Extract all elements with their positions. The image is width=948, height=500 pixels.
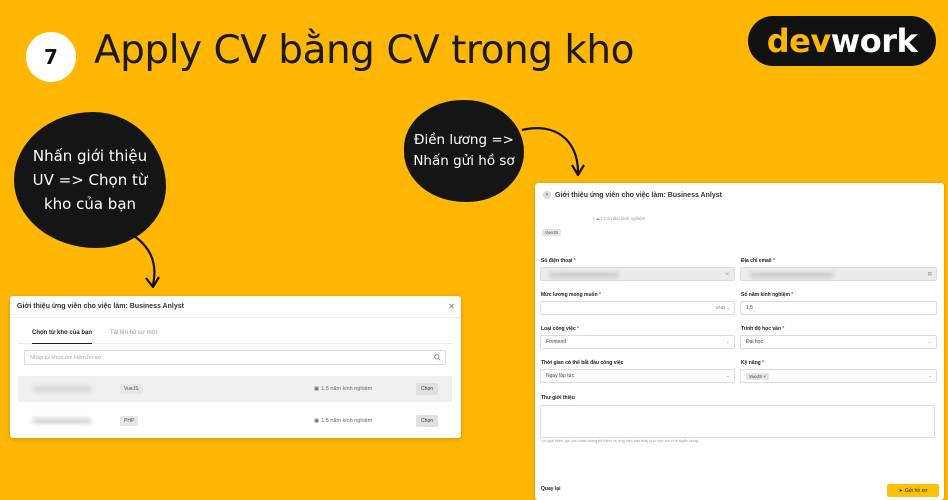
candidate-meta: | ☁ | 1.5 năm kinh nghiệm — [593, 216, 646, 221]
email-icon: ▤ — [927, 271, 932, 276]
start-select[interactable]: Ngay lập tức ⌄ — [540, 369, 735, 383]
experience-text: ▣ 1.5 năm kinh nghiệm — [314, 386, 372, 392]
choose-button[interactable]: Chọn — [416, 383, 438, 395]
cv-list-item[interactable]: VueJS ▣ 1.5 năm kinh nghiệm Chọn — [18, 376, 452, 402]
skills-select[interactable]: VueJS × ⌄ — [740, 369, 937, 383]
slide-title: Apply CV bằng CV trong kho — [94, 28, 635, 73]
chevron-down-icon: ⌄ — [927, 373, 932, 379]
logo-part-work: work — [830, 22, 918, 60]
tab-choose-from-library[interactable]: Chọn từ kho của bạn — [32, 330, 93, 344]
modal-application-form: ‹ Giới thiệu ứng viên cho việc làm: Busi… — [535, 183, 944, 500]
callout-bubble-left: Nhấn giới thiệu UV => Chọn từ kho của bạ… — [14, 112, 166, 248]
intro-label: Thư giới thiệu — [541, 395, 575, 401]
years-input[interactable]: 1,5 — [740, 301, 937, 315]
experience-text: ▣ 1.5 năm kinh nghiệm — [314, 418, 372, 424]
choose-button[interactable]: Chọn — [416, 415, 438, 427]
salary-input[interactable]: VNĐ ⌄ — [540, 301, 735, 315]
modal-title: Giới thiệu ứng viên cho việc làm: Busine… — [555, 191, 722, 199]
email-label: Địa chỉ email * — [741, 258, 775, 264]
start-label: Thời gian có thể bắt đầu công việc — [541, 360, 624, 366]
experience-value: 1.5 năm kinh nghiệm — [321, 386, 373, 392]
education-select[interactable]: Đại học ⌄ — [740, 335, 937, 349]
modal-tabs: Chọn từ kho của bạn Tải lên hồ sơ mới — [18, 318, 453, 344]
education-value: Đại học — [746, 339, 763, 345]
jobtype-value: Frontend — [546, 339, 567, 345]
salary-label: Mức lương mong muốn * — [541, 292, 601, 298]
jobtype-label-text: Loại công việc — [541, 326, 576, 332]
skills-label-text: Kỹ năng — [741, 360, 761, 366]
tab-upload-new[interactable]: Tải lên hồ sơ mới — [110, 330, 157, 343]
skill-tag: VueJS — [542, 229, 562, 236]
currency-select[interactable]: VNĐ ⌄ — [715, 305, 730, 311]
phone-field[interactable]: ☏ — [540, 267, 735, 281]
step-number-badge: 7 — [26, 32, 76, 82]
email-label-text: Địa chỉ email — [741, 258, 772, 264]
phone-label: Số điện thoại * — [541, 258, 576, 264]
modal-header: Giới thiệu ứng viên cho việc làm: Busine… — [10, 296, 461, 318]
intro-helper-text: Lời giới thiệu, ghi chú hoặc thông tin t… — [541, 439, 702, 443]
callout-bubble-right: Điền lương => Nhấn gửi hồ sơ — [404, 100, 524, 202]
blurred-candidate-name — [32, 418, 92, 424]
skills-label: Kỹ năng * — [741, 360, 765, 366]
search-placeholder: Nhập từ khoá tìm kiếm hồ sơ — [30, 354, 102, 361]
calendar-icon: ▣ — [314, 418, 320, 424]
cv-list-item[interactable]: PHP ▣ 1.5 năm kinh nghiệm Chọn — [18, 408, 452, 434]
years-value: 1,5 — [746, 305, 753, 311]
years-label: Số năm kinh nghiệm * — [741, 292, 794, 298]
email-field[interactable]: ▤ — [740, 267, 937, 281]
submit-label: Gửi hồ sơ — [904, 487, 928, 494]
modal-header: ‹ Giới thiệu ứng viên cho việc làm: Busi… — [535, 183, 944, 207]
skill-chip[interactable]: VueJS × — [746, 372, 769, 380]
blurred-candidate-name — [32, 386, 92, 392]
arrow-right-icon — [521, 127, 580, 173]
submit-application-button[interactable]: ➤ Gửi hồ sơ — [887, 484, 939, 497]
arrow-left-icon — [127, 231, 156, 286]
skill-tag: PHP — [120, 416, 139, 426]
jobtype-select[interactable]: Frontend ⌄ — [540, 335, 735, 349]
modal-choose-cv: Giới thiệu ứng viên cho việc làm: Busine… — [10, 296, 461, 438]
phone-label-text: Số điện thoại — [541, 258, 573, 264]
education-label-text: Trình độ học vấn — [741, 326, 782, 332]
close-icon[interactable]: ✕ — [448, 302, 455, 311]
search-input[interactable]: Nhập từ khoá tìm kiếm hồ sơ — [24, 350, 446, 365]
send-icon: ➤ — [898, 487, 903, 494]
blurred-phone-value — [549, 272, 619, 278]
salary-label-text: Mức lương mong muốn — [541, 292, 598, 298]
chevron-down-icon: ⌄ — [725, 339, 730, 345]
callout-left-text: Nhấn giới thiệu UV => Chọn từ kho của bạ… — [32, 147, 148, 213]
years-label-text: Số năm kinh nghiệm — [741, 292, 790, 298]
callout-right-text: Điền lương => Nhấn gửi hồ sơ — [413, 132, 515, 169]
chevron-down-icon: ⌄ — [725, 373, 730, 379]
logo-part-dev: dev — [766, 22, 831, 60]
experience-value: 1.5 năm kinh nghiệm — [321, 418, 373, 424]
start-value: Ngay lập tức — [546, 373, 575, 379]
search-icon — [434, 354, 441, 361]
jobtype-label: Loại công việc * — [541, 326, 580, 332]
return-link[interactable]: Quay lại — [541, 486, 560, 492]
calendar-icon: ▣ — [314, 386, 320, 392]
blurred-email-value — [749, 272, 834, 278]
skill-tag: VueJS — [120, 384, 143, 394]
chevron-down-icon: ⌄ — [927, 339, 932, 345]
devwork-logo: dev work — [748, 16, 936, 66]
intro-textarea[interactable] — [540, 405, 935, 438]
back-arrow-icon[interactable]: ‹ — [543, 191, 551, 199]
phone-icon: ☏ — [724, 271, 730, 276]
modal-title: Giới thiệu ứng viên cho việc làm: Busine… — [17, 303, 184, 310]
education-label: Trình độ học vấn * — [741, 326, 785, 332]
